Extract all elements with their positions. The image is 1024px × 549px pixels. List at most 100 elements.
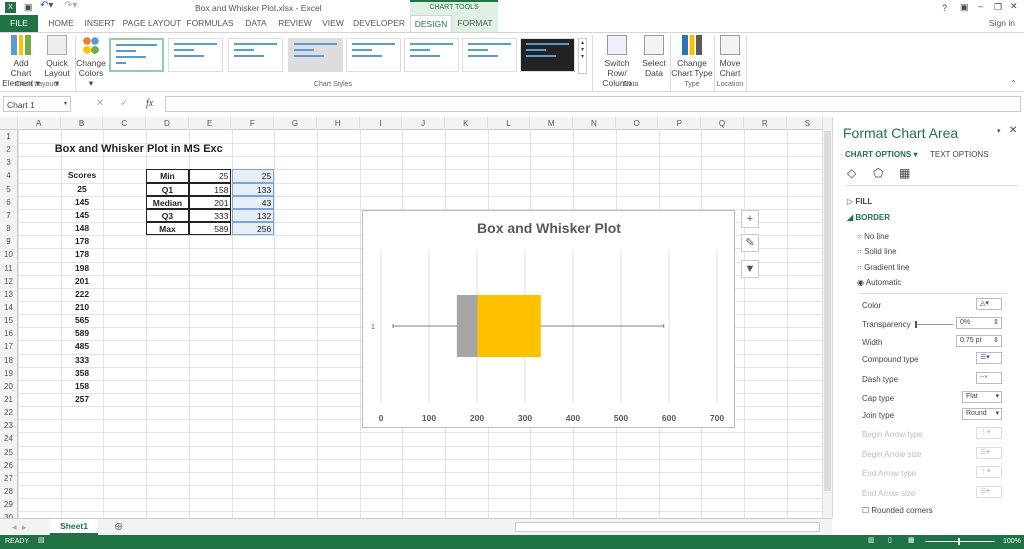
redo-icon[interactable]: ↷▾ — [64, 0, 77, 11]
column-header-F[interactable]: F — [232, 117, 275, 130]
vertical-scrollbar[interactable] — [822, 117, 832, 518]
score-cell[interactable]: 485 — [61, 340, 104, 353]
rounded-corners-checkbox[interactable]: ☐ Rounded corners — [862, 506, 933, 515]
row-header[interactable]: 6 — [0, 195, 18, 209]
row-header[interactable]: 9 — [0, 235, 18, 249]
select-data-button[interactable]: Select Data — [640, 35, 668, 78]
close-button[interactable]: ✕ — [1010, 1, 1018, 12]
tab-page-layout[interactable]: PAGE LAYOUT — [122, 15, 182, 32]
collapse-ribbon-icon[interactable]: ⌃ — [1010, 79, 1017, 88]
row-header[interactable]: 26 — [0, 458, 18, 472]
row-header[interactable]: 30 — [0, 511, 18, 518]
name-box[interactable]: Chart 1 ▾ — [3, 96, 71, 112]
next-sheet-icon[interactable]: ▸ — [22, 522, 27, 533]
column-header-R[interactable]: R — [744, 117, 787, 130]
row-header[interactable]: 21 — [0, 393, 18, 407]
row-header[interactable]: 7 — [0, 208, 18, 223]
row-header[interactable]: 17 — [0, 340, 18, 354]
transparency-input[interactable]: 0% ⇕ — [956, 317, 1002, 329]
fill-section[interactable]: ▷ FILL — [847, 197, 872, 206]
macro-record-icon[interactable]: ▤ — [38, 536, 45, 544]
row-header[interactable]: 23 — [0, 419, 18, 433]
row-header[interactable]: 29 — [0, 498, 18, 512]
chart-area[interactable]: Box and Whisker Plot 0 100 200 300 400 500 600 7… — [362, 210, 735, 428]
enter-icon[interactable]: ✓ — [120, 98, 128, 109]
insert-function-button[interactable]: fx — [146, 98, 153, 109]
zoom-level[interactable]: 100% — [1003, 538, 1021, 545]
row-header[interactable]: 3 — [0, 156, 18, 170]
score-cell[interactable]: 201 — [61, 275, 104, 288]
page-break-view-icon[interactable]: ▦ — [908, 536, 915, 544]
row-header[interactable]: 8 — [0, 222, 18, 236]
change-chart-type-button[interactable]: Change Chart Type — [671, 35, 713, 78]
score-cell[interactable]: 145 — [61, 196, 104, 209]
score-cell[interactable]: 178 — [61, 235, 104, 248]
tab-design[interactable]: DESIGN — [410, 15, 452, 32]
score-cell[interactable]: 358 — [61, 367, 104, 380]
tab-file[interactable]: FILE — [0, 15, 38, 32]
undo-icon[interactable]: ↶▾ — [40, 0, 53, 11]
chart-style-3[interactable] — [228, 38, 283, 72]
compound-type-dropdown[interactable]: ☰▾ — [976, 352, 1002, 364]
score-cell[interactable]: 222 — [61, 288, 104, 301]
score-cell[interactable]: 148 — [61, 222, 104, 235]
stat-label-cell[interactable]: Max — [146, 222, 189, 236]
column-header-I[interactable]: I — [360, 117, 403, 130]
stat-delta-cell[interactable]: 133 — [231, 182, 275, 196]
tab-view[interactable]: VIEW — [318, 15, 348, 32]
stat-delta-cell[interactable]: 256 — [231, 222, 275, 236]
ribbon-display-icon[interactable]: ▣ — [960, 2, 969, 13]
transparency-slider[interactable] — [915, 321, 953, 328]
tab-review[interactable]: REVIEW — [276, 15, 314, 32]
sheet-tab-sheet1[interactable]: Sheet1 — [50, 519, 98, 535]
row-header[interactable]: 15 — [0, 314, 18, 328]
styles-scroll[interactable]: ▴ ▾ ▾ — [578, 38, 587, 74]
chart-style-7[interactable] — [462, 38, 517, 72]
column-header-B[interactable]: B — [61, 117, 104, 130]
save-icon[interactable]: ▣ — [24, 2, 33, 13]
border-section[interactable]: ◢ BORDER — [847, 213, 890, 222]
score-cell[interactable]: 257 — [61, 393, 104, 406]
stat-label-cell[interactable]: Min — [146, 169, 189, 183]
select-all[interactable] — [0, 117, 18, 130]
chart-style-6[interactable] — [404, 38, 459, 72]
row-header[interactable]: 28 — [0, 485, 18, 499]
stat-label-cell[interactable]: Q1 — [146, 182, 189, 196]
restore-button[interactable]: ❐ — [994, 2, 1002, 13]
score-cell[interactable]: 145 — [61, 209, 104, 222]
zoom-slider[interactable] — [925, 538, 995, 545]
cap-type-dropdown[interactable]: Flat ▾ — [962, 391, 1002, 403]
width-input[interactable]: 0.75 pt ⇕ — [956, 335, 1002, 347]
row-header[interactable]: 22 — [0, 406, 18, 420]
radio-solid-line[interactable]: ○ Solid line — [857, 247, 897, 256]
radio-gradient-line[interactable]: ○ Gradient line — [857, 263, 909, 272]
formula-input[interactable] — [165, 96, 1021, 112]
tab-text-options[interactable]: TEXT OPTIONS — [930, 150, 989, 159]
column-header-J[interactable]: J — [402, 117, 445, 130]
row-header[interactable]: 10 — [0, 248, 18, 262]
row-header[interactable]: 14 — [0, 300, 18, 315]
row-header[interactable]: 16 — [0, 327, 18, 341]
help-button[interactable]: ? — [942, 3, 947, 13]
scores-header[interactable]: Scores — [61, 169, 104, 182]
stat-label-cell[interactable]: Median — [146, 195, 189, 209]
row-header[interactable]: 11 — [0, 261, 18, 275]
score-cell[interactable]: 333 — [61, 354, 104, 367]
stat-value-cell[interactable]: 201 — [188, 195, 232, 209]
dash-type-dropdown[interactable]: ┅▾ — [976, 372, 1002, 384]
column-header-D[interactable]: D — [146, 117, 189, 130]
row-header[interactable]: 20 — [0, 379, 18, 393]
row-header[interactable]: 5 — [0, 182, 18, 196]
chart-styles-brush-button[interactable]: ✎ — [741, 234, 759, 252]
tab-developer[interactable]: DEVELOPER — [352, 15, 406, 32]
column-header-K[interactable]: K — [445, 117, 488, 130]
pane-close-icon[interactable]: ✕ — [1009, 125, 1017, 136]
tab-format[interactable]: FORMAT — [452, 15, 498, 32]
radio-automatic[interactable]: ◉ Automatic — [857, 278, 901, 287]
stat-label-cell[interactable]: Q3 — [146, 208, 189, 223]
column-header-Q[interactable]: Q — [701, 117, 744, 130]
row-header[interactable]: 2 — [0, 143, 18, 157]
fill-line-icon[interactable]: ◇ — [847, 166, 856, 180]
sheet-heading[interactable]: Box and Whisker Plot in MS Excel — [53, 143, 224, 156]
row-header[interactable]: 12 — [0, 274, 18, 288]
